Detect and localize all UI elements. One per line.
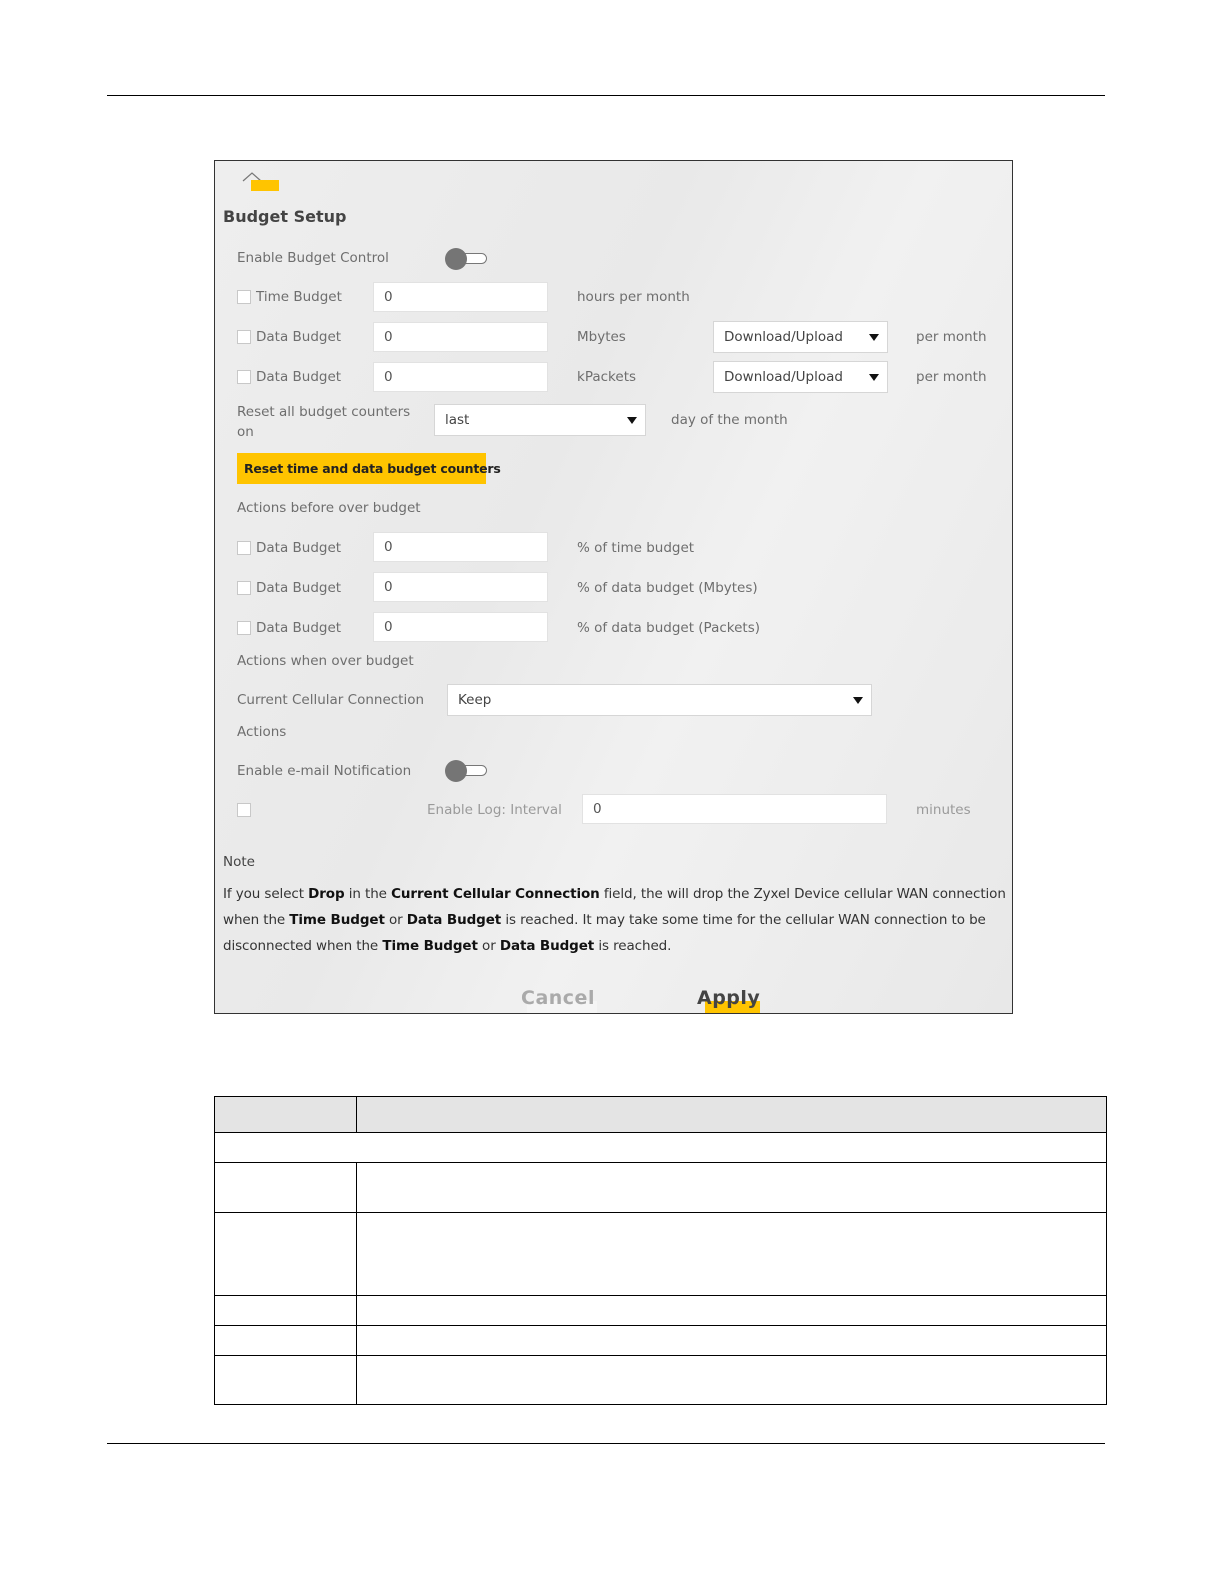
data-budget-mbytes-suffix: per month bbox=[916, 329, 987, 345]
before-data-mbytes-label: Data Budget bbox=[256, 580, 342, 596]
before-time-label: Data Budget bbox=[256, 540, 342, 556]
chevron-down-icon bbox=[853, 697, 863, 704]
before-data-mbytes-unit: % of data budget (Mbytes) bbox=[577, 580, 758, 596]
reset-day-value: last bbox=[445, 412, 470, 428]
data-budget-kpackets-direction-select[interactable]: Download/Upload bbox=[713, 361, 888, 393]
data-budget-mbytes-checkbox[interactable] bbox=[237, 330, 251, 344]
email-notification-toggle[interactable] bbox=[445, 760, 489, 782]
table-cell bbox=[214, 1355, 357, 1405]
time-budget-input[interactable]: 0 bbox=[373, 282, 548, 312]
table-header-row bbox=[214, 1096, 1107, 1133]
footer-rule bbox=[107, 1443, 1105, 1444]
table-cell bbox=[356, 1355, 1107, 1405]
before-time-unit: % of time budget bbox=[577, 540, 695, 556]
table-row bbox=[214, 1132, 1107, 1163]
data-budget-kpackets-direction-value: Download/Upload bbox=[724, 369, 843, 385]
page-title: Budget Setup bbox=[223, 207, 347, 226]
reset-day-suffix: day of the month bbox=[671, 412, 788, 428]
table-cell bbox=[214, 1132, 1107, 1163]
header-rule bbox=[107, 95, 1105, 96]
table-row bbox=[214, 1355, 1107, 1405]
field-description-table bbox=[214, 1096, 1107, 1405]
table-cell bbox=[214, 1162, 357, 1213]
time-budget-label: Time Budget bbox=[256, 289, 342, 305]
reset-on-label: Reset all budget counters on bbox=[237, 404, 411, 440]
data-budget-kpackets-checkbox[interactable] bbox=[237, 370, 251, 384]
enable-budget-control-label: Enable Budget Control bbox=[237, 250, 389, 266]
data-budget-mbytes-direction-select[interactable]: Download/Upload bbox=[713, 321, 888, 353]
table-cell bbox=[214, 1325, 357, 1356]
before-data-mbytes-checkbox[interactable] bbox=[237, 581, 251, 595]
table-row bbox=[214, 1212, 1107, 1296]
table-cell bbox=[356, 1295, 1107, 1326]
budget-setup-screenshot: Budget Setup Enable Budget Control Time … bbox=[214, 160, 1013, 1014]
actions-label: Actions bbox=[237, 724, 287, 740]
before-data-packets-label: Data Budget bbox=[256, 620, 342, 636]
table-cell bbox=[214, 1212, 357, 1296]
data-budget-mbytes-label: Data Budget bbox=[256, 329, 342, 345]
before-data-mbytes-input[interactable]: 0 bbox=[373, 572, 548, 602]
email-notification-label: Enable e-mail Notification bbox=[237, 763, 412, 779]
chevron-down-icon bbox=[869, 374, 879, 381]
note-title: Note bbox=[223, 854, 255, 870]
table-cell bbox=[214, 1295, 357, 1326]
data-budget-kpackets-suffix: per month bbox=[916, 369, 987, 385]
current-connection-label: Current Cellular Connection bbox=[237, 692, 425, 708]
before-data-packets-unit: % of data budget (Packets) bbox=[577, 620, 761, 636]
table-row bbox=[214, 1162, 1107, 1213]
apply-button[interactable]: Apply bbox=[697, 987, 760, 1009]
before-data-packets-input[interactable]: 0 bbox=[373, 612, 548, 642]
table-cell bbox=[356, 1325, 1107, 1356]
table-cell bbox=[356, 1212, 1107, 1296]
current-connection-value: Keep bbox=[458, 692, 492, 708]
chevron-down-icon bbox=[869, 334, 879, 341]
chevron-down-icon bbox=[627, 417, 637, 424]
current-connection-select[interactable]: Keep bbox=[447, 684, 872, 716]
reset-counters-button[interactable]: Reset time and data budget counters bbox=[237, 453, 501, 484]
table-row bbox=[214, 1295, 1107, 1326]
reset-day-select[interactable]: last bbox=[434, 404, 646, 436]
home-icon[interactable] bbox=[241, 171, 281, 195]
log-interval-unit: minutes bbox=[916, 802, 971, 818]
before-data-packets-checkbox[interactable] bbox=[237, 621, 251, 635]
data-budget-mbytes-input[interactable]: 0 bbox=[373, 322, 548, 352]
table-row bbox=[214, 1325, 1107, 1356]
enable-budget-control-toggle[interactable] bbox=[445, 248, 489, 270]
cancel-button[interactable]: Cancel bbox=[521, 987, 595, 1009]
note-text: If you select Drop in the Current Cellul… bbox=[223, 886, 1006, 954]
before-time-input[interactable]: 0 bbox=[373, 532, 548, 562]
before-time-checkbox[interactable] bbox=[237, 541, 251, 555]
data-budget-kpackets-input[interactable]: 0 bbox=[373, 362, 548, 392]
data-budget-mbytes-direction-value: Download/Upload bbox=[724, 329, 843, 345]
actions-when-title: Actions when over budget bbox=[237, 653, 414, 669]
time-budget-checkbox[interactable] bbox=[237, 290, 251, 304]
data-budget-kpackets-unit: kPackets bbox=[577, 369, 637, 385]
log-interval-input[interactable]: 0 bbox=[582, 794, 887, 824]
data-budget-kpackets-label: Data Budget bbox=[256, 369, 342, 385]
data-budget-mbytes-unit: Mbytes bbox=[577, 329, 626, 345]
log-interval-checkbox[interactable] bbox=[237, 803, 251, 817]
table-cell bbox=[356, 1162, 1107, 1213]
time-budget-unit: hours per month bbox=[577, 289, 690, 305]
actions-before-title: Actions before over budget bbox=[237, 500, 421, 516]
table-header-cell bbox=[214, 1096, 357, 1133]
table-header-cell bbox=[356, 1096, 1107, 1133]
log-interval-label: Enable Log: Interval bbox=[427, 802, 562, 818]
